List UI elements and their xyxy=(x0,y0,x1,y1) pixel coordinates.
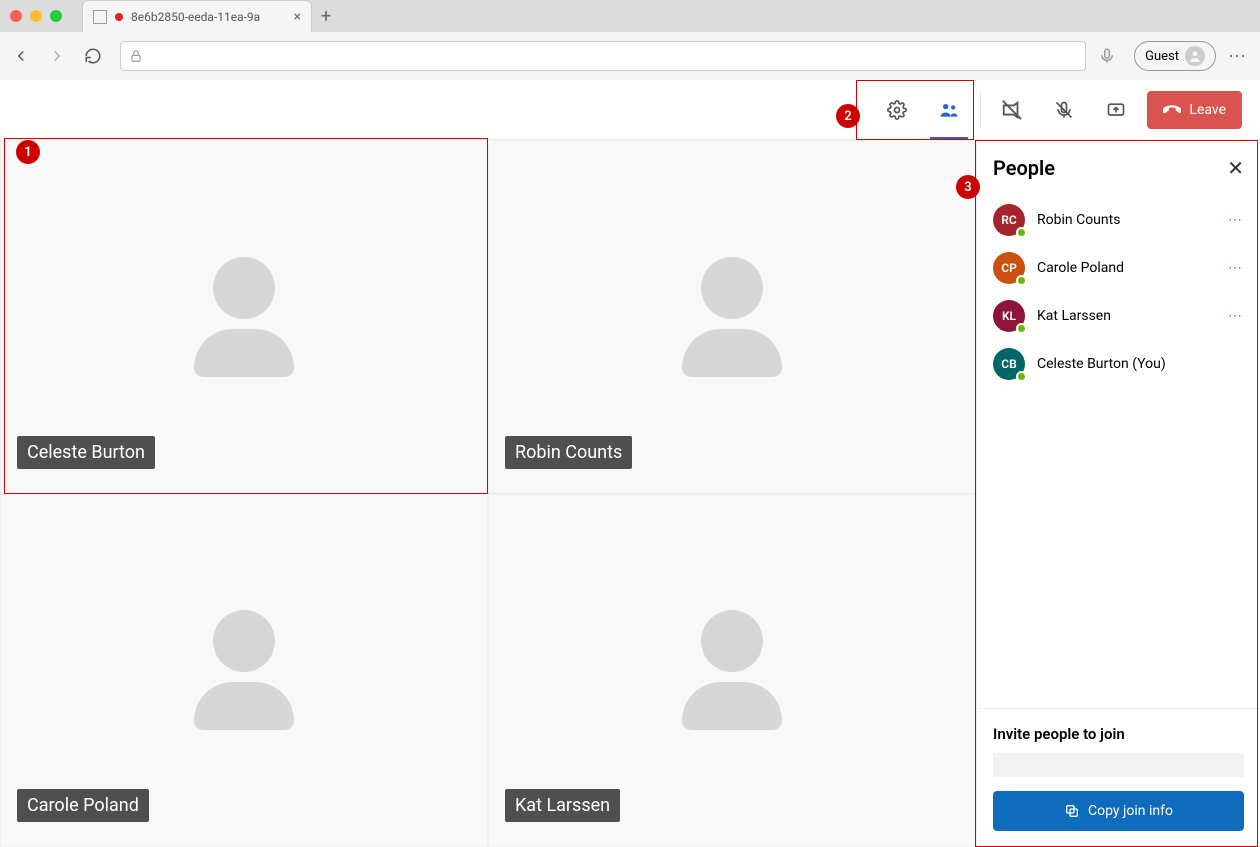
participant-avatar: CB xyxy=(993,348,1025,380)
address-bar[interactable] xyxy=(120,41,1086,71)
annotation-badge-3: 3 xyxy=(956,175,980,199)
people-list-item[interactable]: RC Robin Counts ⋯ xyxy=(985,196,1252,244)
participant-name-tag: Robin Counts xyxy=(505,436,632,469)
people-button[interactable] xyxy=(932,80,966,140)
window-maximize-button[interactable] xyxy=(50,10,62,22)
window-close-button[interactable] xyxy=(10,10,22,22)
mic-off-icon xyxy=(1054,100,1074,120)
participant-name: Robin Counts xyxy=(1037,212,1120,228)
lock-icon xyxy=(129,49,143,63)
participant-more-button[interactable]: ⋯ xyxy=(1228,212,1244,228)
tab-bar: 8e6b2850-eeda-11ea-9a × + xyxy=(0,0,1260,32)
participant-avatar: RC xyxy=(993,204,1025,236)
toolbar: Guest ⋯ xyxy=(0,32,1260,80)
recording-indicator-icon xyxy=(115,13,123,21)
hangup-icon xyxy=(1163,101,1181,119)
toolbar-group-settings xyxy=(866,80,980,140)
annotation-badge-2: 2 xyxy=(836,104,860,128)
back-button[interactable] xyxy=(12,47,36,65)
presence-icon xyxy=(1016,275,1027,286)
meeting-app: Leave Celeste Burton Robin Counts Carole… xyxy=(0,80,1260,847)
leave-button[interactable]: Leave xyxy=(1147,91,1242,129)
new-tab-button[interactable]: + xyxy=(312,6,340,27)
avatar-placeholder-icon xyxy=(682,610,782,730)
annotation-badge-1: 1 xyxy=(16,140,40,164)
participant-name: Celeste Burton (You) xyxy=(1037,356,1166,372)
people-list: RC Robin Counts ⋯ CP Carole Poland ⋯ KL … xyxy=(977,190,1260,708)
participant-more-button[interactable]: ⋯ xyxy=(1228,260,1244,276)
participant-name-tag: Kat Larssen xyxy=(505,789,620,822)
participant-name: Kat Larssen xyxy=(1037,308,1111,324)
reload-button[interactable] xyxy=(84,47,108,65)
meeting-toolbar: Leave xyxy=(0,80,1260,140)
presence-icon xyxy=(1016,323,1027,334)
avatar-placeholder-icon xyxy=(194,257,294,377)
copy-join-info-button[interactable]: Copy join info xyxy=(993,791,1244,831)
share-screen-icon xyxy=(1106,100,1126,120)
presence-icon xyxy=(1016,227,1027,238)
people-panel-title: People xyxy=(993,156,1055,180)
presence-icon xyxy=(1016,371,1027,382)
profile-label: Guest xyxy=(1145,49,1179,64)
gear-icon xyxy=(887,100,907,120)
page-icon xyxy=(93,10,107,24)
video-tile[interactable]: Kat Larssen xyxy=(488,494,976,847)
window-controls xyxy=(10,10,62,22)
forward-button[interactable] xyxy=(48,47,72,65)
mic-permission-icon[interactable] xyxy=(1098,47,1122,65)
close-panel-button[interactable]: ✕ xyxy=(1227,156,1244,180)
invite-input[interactable] xyxy=(993,753,1244,777)
participant-name-tag: Carole Poland xyxy=(17,789,149,822)
participant-avatar: CP xyxy=(993,252,1025,284)
participant-more-button[interactable]: ⋯ xyxy=(1228,308,1244,324)
participant-avatar: KL xyxy=(993,300,1025,332)
people-panel: People ✕ RC Robin Counts ⋯ CP Carole Pol… xyxy=(976,140,1260,847)
leave-label: Leave xyxy=(1189,102,1226,118)
browser-chrome: 8e6b2850-eeda-11ea-9a × + Guest ⋯ xyxy=(0,0,1260,80)
participant-name: Carole Poland xyxy=(1037,260,1124,276)
people-panel-header: People ✕ xyxy=(977,140,1260,190)
camera-off-icon xyxy=(1001,99,1023,121)
participant-name-tag: Celeste Burton xyxy=(17,436,155,469)
profile-button[interactable]: Guest xyxy=(1134,41,1216,71)
invite-title: Invite people to join xyxy=(993,725,1244,743)
meeting-body: Celeste Burton Robin Counts Carole Polan… xyxy=(0,140,1260,847)
browser-menu-button[interactable]: ⋯ xyxy=(1228,46,1248,67)
copy-join-info-label: Copy join info xyxy=(1088,803,1173,819)
window-minimize-button[interactable] xyxy=(30,10,42,22)
avatar-placeholder-icon xyxy=(194,610,294,730)
invite-section: Invite people to join Copy join info xyxy=(977,708,1260,847)
tab-title: 8e6b2850-eeda-11ea-9a xyxy=(131,10,260,24)
video-grid: Celeste Burton Robin Counts Carole Polan… xyxy=(0,140,976,847)
people-list-item[interactable]: CB Celeste Burton (You) xyxy=(985,340,1252,388)
share-screen-button[interactable] xyxy=(1099,80,1133,140)
tab-close-button[interactable]: × xyxy=(294,9,301,25)
copy-icon xyxy=(1064,803,1080,819)
video-tile[interactable]: Carole Poland xyxy=(0,494,488,847)
toolbar-group-media xyxy=(981,80,1147,140)
video-tile[interactable]: Robin Counts xyxy=(488,140,976,494)
camera-toggle-button[interactable] xyxy=(995,80,1029,140)
video-tile[interactable]: Celeste Burton xyxy=(0,140,488,494)
settings-button[interactable] xyxy=(880,80,914,140)
mic-toggle-button[interactable] xyxy=(1047,80,1081,140)
people-icon xyxy=(939,100,959,120)
people-list-item[interactable]: KL Kat Larssen ⋯ xyxy=(985,292,1252,340)
browser-tab[interactable]: 8e6b2850-eeda-11ea-9a × xyxy=(82,0,312,32)
avatar-placeholder-icon xyxy=(682,257,782,377)
people-list-item[interactable]: CP Carole Poland ⋯ xyxy=(985,244,1252,292)
avatar-icon xyxy=(1185,46,1205,66)
